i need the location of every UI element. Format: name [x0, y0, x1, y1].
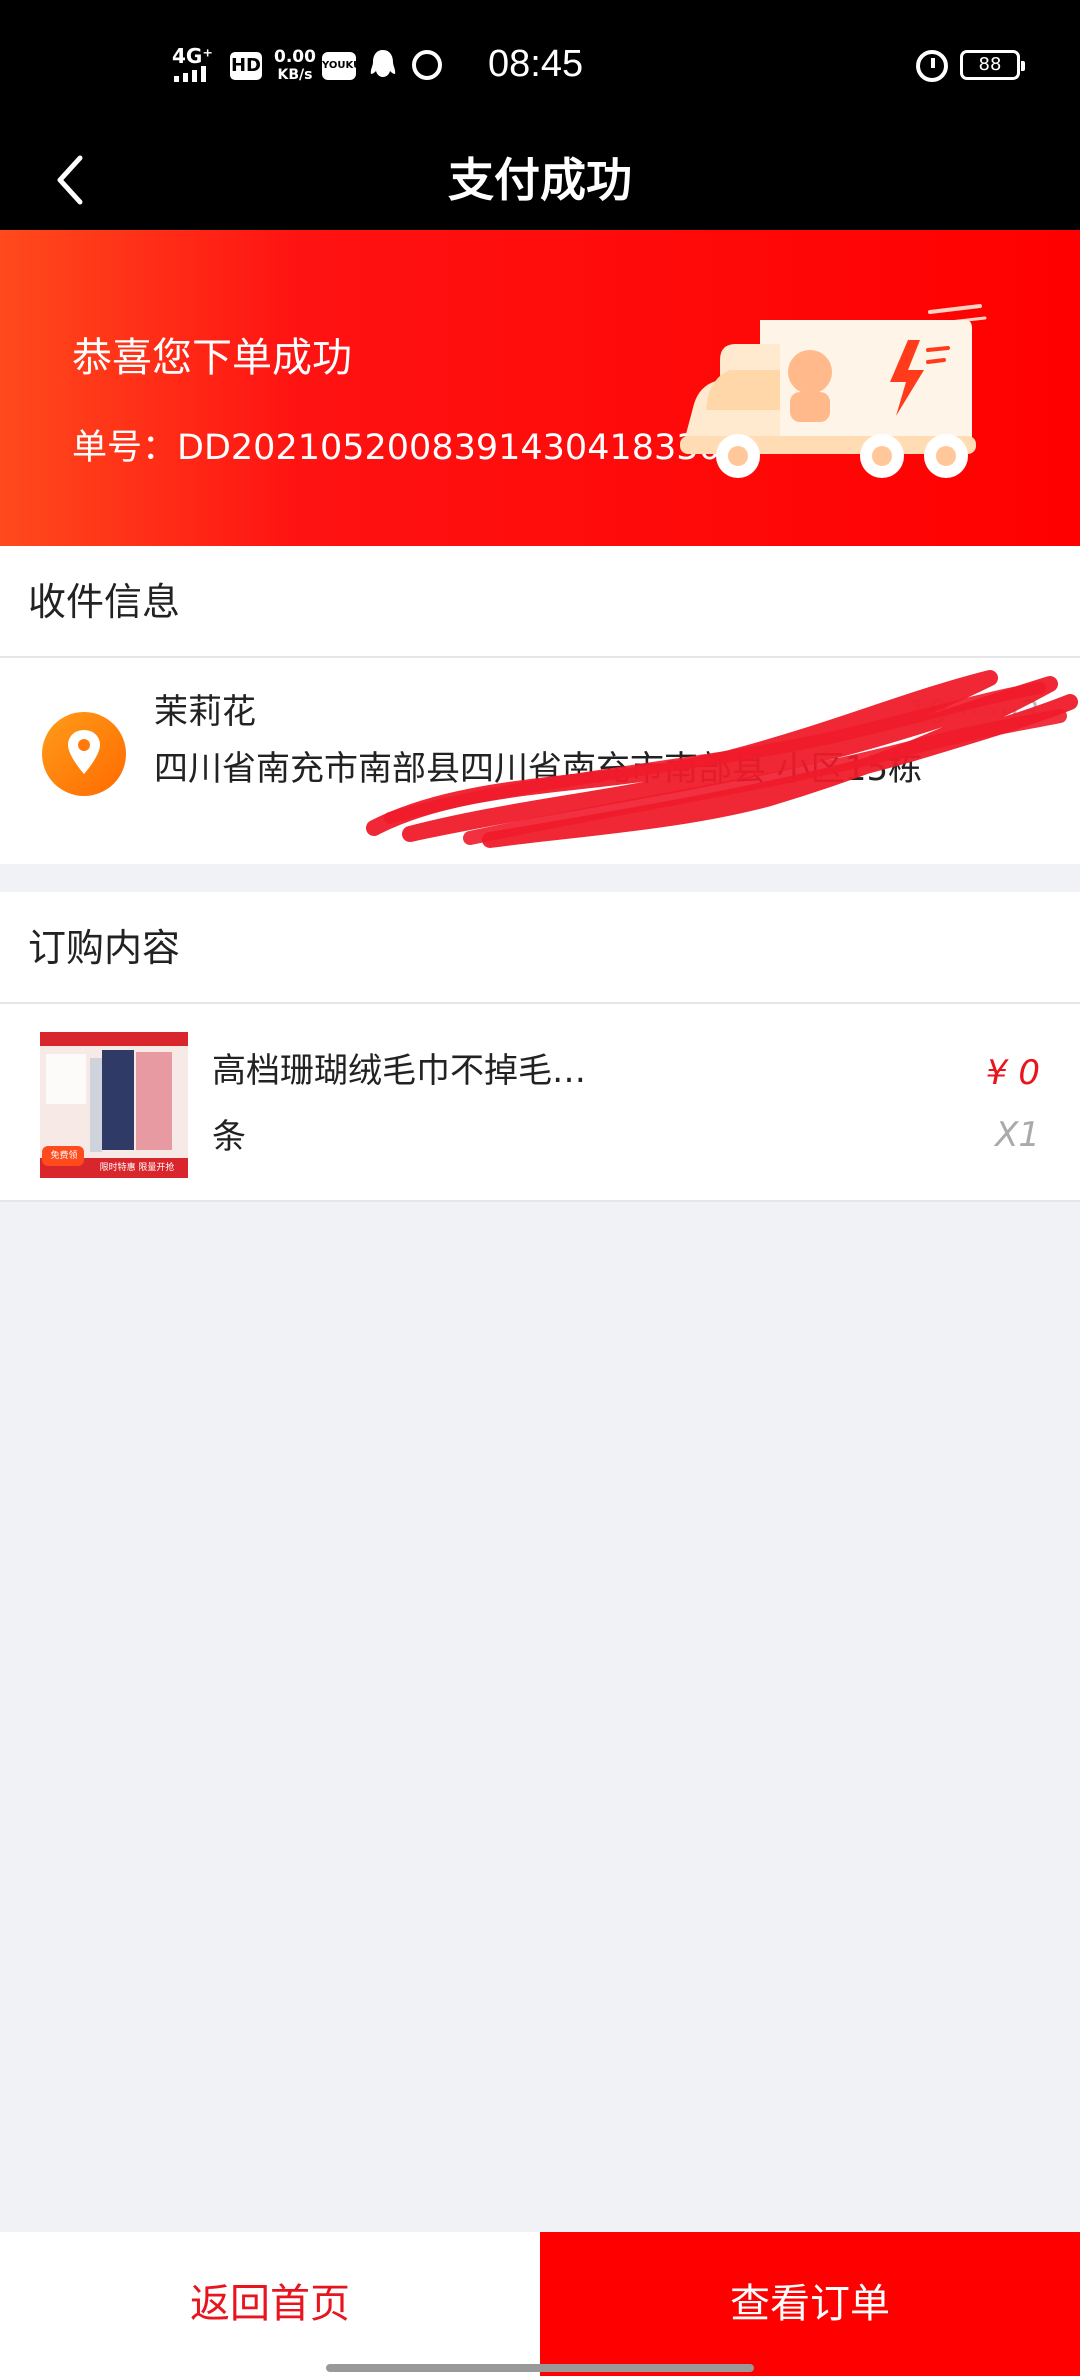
product-quantity: X1: [995, 1115, 1040, 1155]
signal-icon: [174, 66, 206, 82]
hd-icon: HD: [230, 52, 262, 80]
bottom-action-bar: 返回首页 查看订单: [0, 2232, 1080, 2376]
network-speed: 0.00 KB/s: [274, 48, 316, 84]
receiver-section-header: 收件信息: [0, 546, 1080, 658]
address-card: 茉莉花 19··· ···3 四川省南充市南部县四川省南充市南部县 小区15栋: [0, 658, 1080, 864]
alarm-icon: [916, 50, 948, 82]
back-to-home-button[interactable]: 返回首页: [0, 2232, 540, 2376]
qq-icon: [368, 48, 398, 87]
battery-icon: 88: [960, 50, 1025, 80]
product-thumbnail: 免费领 限时特惠 限量开抢: [40, 1032, 188, 1178]
location-pin-icon: [42, 712, 126, 796]
product-spec: 条: [212, 1117, 246, 1157]
product-image-tag-right: 限时特惠 限量开抢: [99, 1163, 175, 1173]
status-bar: 4G⁺ HD 0.00 KB/s YOUKU 08:45 88: [0, 0, 1080, 130]
view-orders-button[interactable]: 查看订单: [540, 2232, 1080, 2376]
network-indicator: 4G⁺: [172, 44, 213, 68]
product-price: ¥ 0: [985, 1053, 1040, 1093]
redaction-scribble: [366, 670, 1078, 848]
product-image-tag-left: 免费领: [50, 1151, 78, 1161]
nav-bar: 支付成功: [0, 130, 1080, 230]
receiver-name: 茉莉花: [154, 692, 256, 732]
product-name: 高档珊瑚绒毛巾不掉毛…: [212, 1051, 586, 1091]
clock-time: 08:45: [488, 43, 584, 85]
home-indicator[interactable]: [326, 2364, 754, 2372]
payment-success-page: 4G⁺ HD 0.00 KB/s YOUKU 08:45 88 支付成功 恭喜您…: [0, 0, 1080, 2376]
speed-unit: KB/s: [277, 67, 313, 83]
app-notification-icon: [412, 50, 442, 80]
delivery-truck-icon: [680, 304, 987, 478]
order-section-title: 订购内容: [28, 926, 181, 970]
success-message: 恭喜您下单成功: [72, 335, 352, 381]
order-section-header: 订购内容: [0, 892, 1080, 1004]
order-number: 单号：DD2021052008391430418330€: [72, 428, 744, 468]
product-item[interactable]: 免费领 限时特惠 限量开抢 高档珊瑚绒毛巾不掉毛… 条 ¥ 0 X1: [0, 1004, 1080, 1202]
page-title: 支付成功: [448, 153, 632, 207]
receiver-section-title: 收件信息: [28, 580, 181, 624]
success-banner: 恭喜您下单成功 单号：DD2021052008391430418330€: [0, 230, 1080, 546]
youku-icon: YOUKU: [322, 52, 361, 80]
speed-value: 0.00: [274, 47, 316, 67]
